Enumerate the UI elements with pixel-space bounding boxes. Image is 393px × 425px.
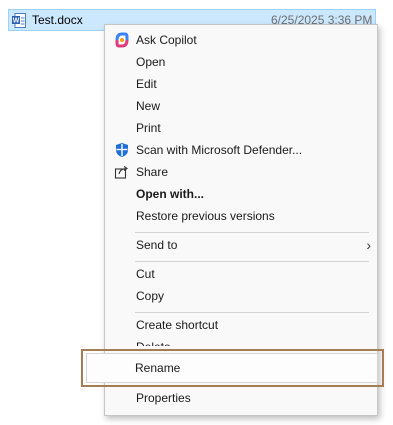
menu-item-label: Cut xyxy=(136,267,155,281)
menu-item-properties[interactable]: Properties xyxy=(109,387,373,409)
rename-highlight-box xyxy=(81,349,384,387)
svg-text:W: W xyxy=(13,18,20,25)
menu-item-label: Ask Copilot xyxy=(136,33,197,47)
menu-item-label: Edit xyxy=(136,77,157,91)
chevron-right-icon: › xyxy=(366,237,371,253)
menu-item-copy[interactable]: Copy xyxy=(109,285,373,307)
menu-item-label: Restore previous versions xyxy=(136,209,275,223)
menu-item-print[interactable]: Print xyxy=(109,117,373,139)
menu-item-label: Open xyxy=(136,55,166,69)
menu-item-delete[interactable]: Delete xyxy=(109,336,373,346)
word-document-icon: W xyxy=(12,13,26,28)
menu-item-label: Create shortcut xyxy=(136,318,219,332)
menu-separator xyxy=(135,261,369,262)
menu-item-edit[interactable]: Edit xyxy=(109,73,373,95)
menu-item-ask-copilot[interactable]: Ask Copilot xyxy=(109,29,373,51)
menu-item-label: Scan with Microsoft Defender... xyxy=(136,143,303,157)
menu-item-open[interactable]: Open xyxy=(109,51,373,73)
menu-item-new[interactable]: New xyxy=(109,95,373,117)
menu-item-label: New xyxy=(136,99,161,113)
menu-separator xyxy=(135,312,369,313)
menu-item-scan-defender[interactable]: Scan with Microsoft Defender... xyxy=(109,139,373,161)
menu-item-label: Open with... xyxy=(136,187,204,201)
defender-icon xyxy=(116,143,128,157)
menu-item-label: Delete xyxy=(136,336,171,346)
menu-item-create-shortcut[interactable]: Create shortcut xyxy=(109,314,373,336)
menu-item-restore-previous-versions[interactable]: Restore previous versions xyxy=(109,205,373,227)
share-icon xyxy=(114,166,128,179)
menu-item-label: Print xyxy=(136,121,161,135)
file-name: Test.docx xyxy=(32,13,83,27)
menu-item-label: Copy xyxy=(136,289,165,303)
menu-item-label: Send to xyxy=(136,238,178,252)
menu-item-cut[interactable]: Cut xyxy=(109,263,373,285)
menu-separator xyxy=(135,232,369,233)
copilot-icon xyxy=(115,32,129,48)
menu-item-label: Share xyxy=(136,165,169,179)
menu-item-open-with[interactable]: Open with... xyxy=(109,183,373,205)
menu-item-label: Properties xyxy=(136,391,191,405)
menu-item-send-to[interactable]: Send to › xyxy=(109,234,373,256)
menu-item-share[interactable]: Share xyxy=(109,161,373,183)
